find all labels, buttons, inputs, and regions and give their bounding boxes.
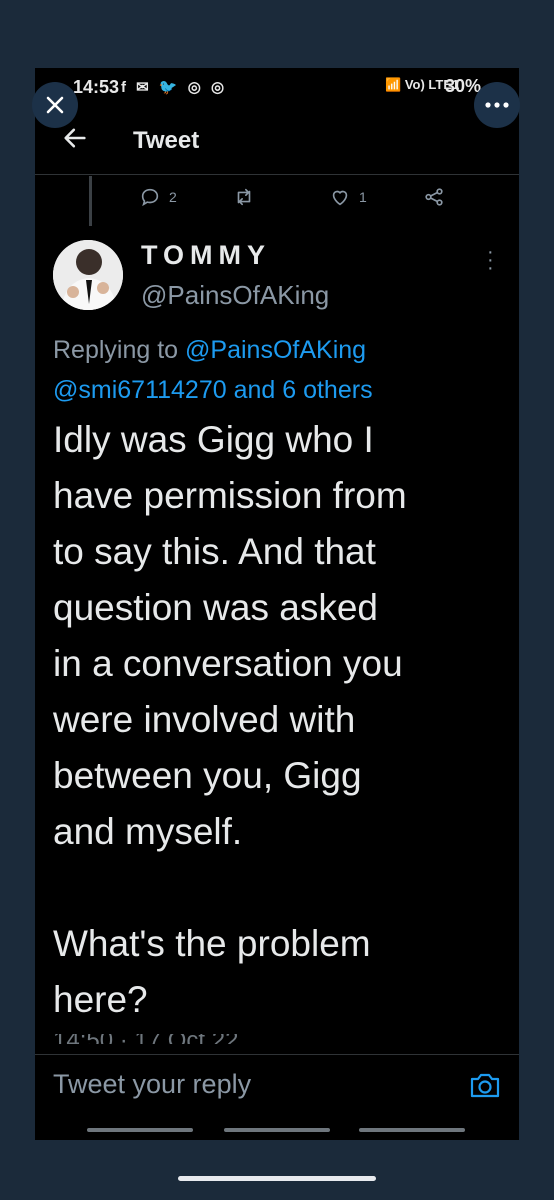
notification-icons: f ✉ 🐦 ◎ ◎ <box>121 78 227 96</box>
reply-action[interactable]: 2 <box>139 184 177 210</box>
facebook-icon: f <box>121 79 129 96</box>
share-action[interactable] <box>423 184 445 210</box>
previous-tweet-actions: 2 1 <box>35 184 519 214</box>
wifi-icon: 📶 <box>385 77 402 92</box>
more-menu-button[interactable] <box>474 82 520 128</box>
author-name[interactable]: TOMMY <box>141 240 271 271</box>
author-handle[interactable]: @PainsOfAKing <box>141 280 329 311</box>
tab-indicator <box>35 1126 519 1134</box>
mention-others-link[interactable]: @smi67114270 and 6 others <box>53 376 373 404</box>
tab-pill <box>224 1128 330 1132</box>
status-bar: 14:53 f ✉ 🐦 ◎ ◎ 📶 Vo) LTE1 30% <box>35 68 519 108</box>
page-title: Tweet <box>133 127 200 154</box>
home-indicator[interactable] <box>178 1176 376 1181</box>
reply-input[interactable]: Tweet your reply <box>53 1069 251 1100</box>
tab-pill <box>87 1128 193 1132</box>
more-options-icon[interactable]: · · · <box>487 242 494 278</box>
top-bar: Tweet <box>35 110 519 175</box>
status-time: 14:53 <box>73 77 120 97</box>
like-action[interactable]: 1 <box>329 184 367 210</box>
like-count: 1 <box>359 189 367 205</box>
tab-pill <box>359 1128 465 1132</box>
retweet-action[interactable] <box>233 184 255 210</box>
instagram-icon: ◎ <box>187 79 204 96</box>
avatar-photo <box>53 240 123 310</box>
close-button[interactable] <box>32 82 78 128</box>
reply-bar: Tweet your reply <box>35 1054 519 1115</box>
reply-icon <box>141 188 159 207</box>
back-arrow-icon[interactable] <box>61 124 89 152</box>
avatar[interactable] <box>53 240 123 310</box>
replying-label: Replying to <box>53 336 179 364</box>
replying-to: Replying to @PainsOfAKing @smi67114270 a… <box>53 330 503 410</box>
ellipsis-icon <box>485 102 509 108</box>
instagram-icon: ◎ <box>211 79 228 96</box>
twitter-icon: 🐦 <box>158 79 181 96</box>
tweet-text: Idly was Gigg who I have permission from… <box>53 419 407 1020</box>
share-icon <box>425 188 443 206</box>
heart-icon <box>332 190 348 206</box>
reply-count: 2 <box>169 189 177 205</box>
retweet-icon <box>237 188 251 206</box>
mention-link[interactable]: @PainsOfAKing <box>185 336 366 364</box>
tweet-screen: 14:53 f ✉ 🐦 ◎ ◎ 📶 Vo) LTE1 30% Tweet 2 1… <box>35 68 519 1140</box>
close-icon <box>46 96 64 114</box>
mail-icon: ✉ <box>136 79 152 96</box>
camera-icon[interactable] <box>469 1071 501 1099</box>
tweet-timestamp: 14:50 · 17 Oct 22 <box>53 1034 238 1044</box>
